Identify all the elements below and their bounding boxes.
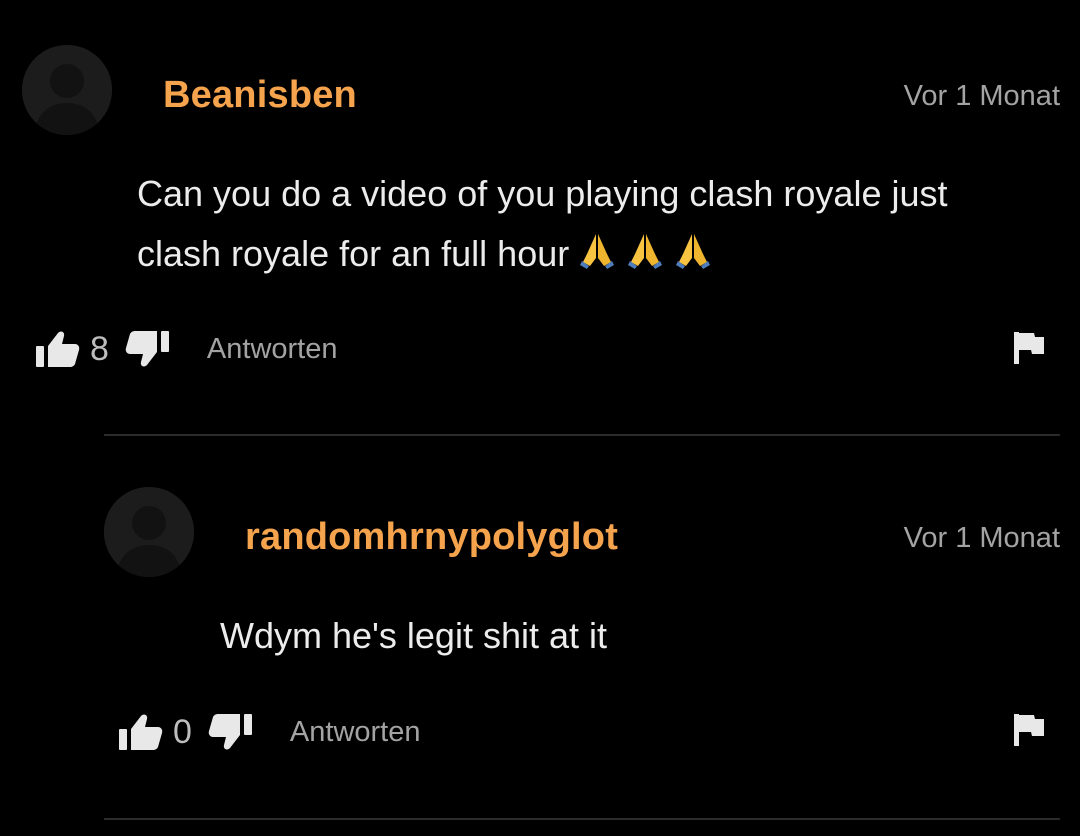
dislike-button[interactable] bbox=[125, 329, 171, 369]
flag-icon bbox=[1014, 714, 1044, 746]
comment-text: Wdym he's legit shit at it bbox=[220, 615, 607, 656]
comment-timestamp: Vor 1 Monat bbox=[903, 522, 1060, 554]
thumbs-down-icon bbox=[208, 714, 252, 750]
thumbs-down-icon bbox=[125, 331, 169, 367]
like-count: 8 bbox=[90, 329, 109, 368]
reply-button[interactable]: Antworten bbox=[290, 716, 421, 749]
comment-username[interactable]: randomhrnypolyglot bbox=[245, 516, 618, 559]
thumbs-up-icon bbox=[36, 331, 80, 367]
comment-actions: 0 Antworten bbox=[117, 707, 421, 757]
reply-button[interactable]: Antworten bbox=[207, 333, 338, 366]
comment-timestamp: Vor 1 Monat bbox=[903, 80, 1060, 112]
folded-hands-emoji bbox=[676, 234, 711, 269]
report-button[interactable] bbox=[1012, 712, 1046, 753]
avatar[interactable] bbox=[104, 487, 194, 577]
report-button[interactable] bbox=[1012, 330, 1046, 371]
comment-text: Can you do a video of you playing clash … bbox=[137, 164, 1037, 284]
folded-hands-emoji bbox=[580, 234, 615, 269]
avatar[interactable] bbox=[22, 45, 112, 135]
flag-icon bbox=[1014, 332, 1044, 364]
like-button[interactable] bbox=[117, 712, 163, 752]
comment-divider bbox=[104, 818, 1060, 820]
comment-text-content: Can you do a video of you playing clash … bbox=[137, 173, 948, 274]
comment-username[interactable]: Beanisben bbox=[163, 74, 357, 117]
folded-hands-emoji bbox=[628, 234, 663, 269]
comment-actions: 8 Antworten bbox=[34, 324, 338, 374]
comment: Beanisben Vor 1 Monat Can you do a video… bbox=[0, 0, 1080, 436]
thumbs-up-icon bbox=[119, 714, 163, 750]
dislike-button[interactable] bbox=[208, 712, 254, 752]
like-button[interactable] bbox=[34, 329, 80, 369]
like-count: 0 bbox=[173, 712, 192, 751]
reply-comment: randomhrnypolyglot Vor 1 Monat Wdym he's… bbox=[0, 436, 1080, 820]
